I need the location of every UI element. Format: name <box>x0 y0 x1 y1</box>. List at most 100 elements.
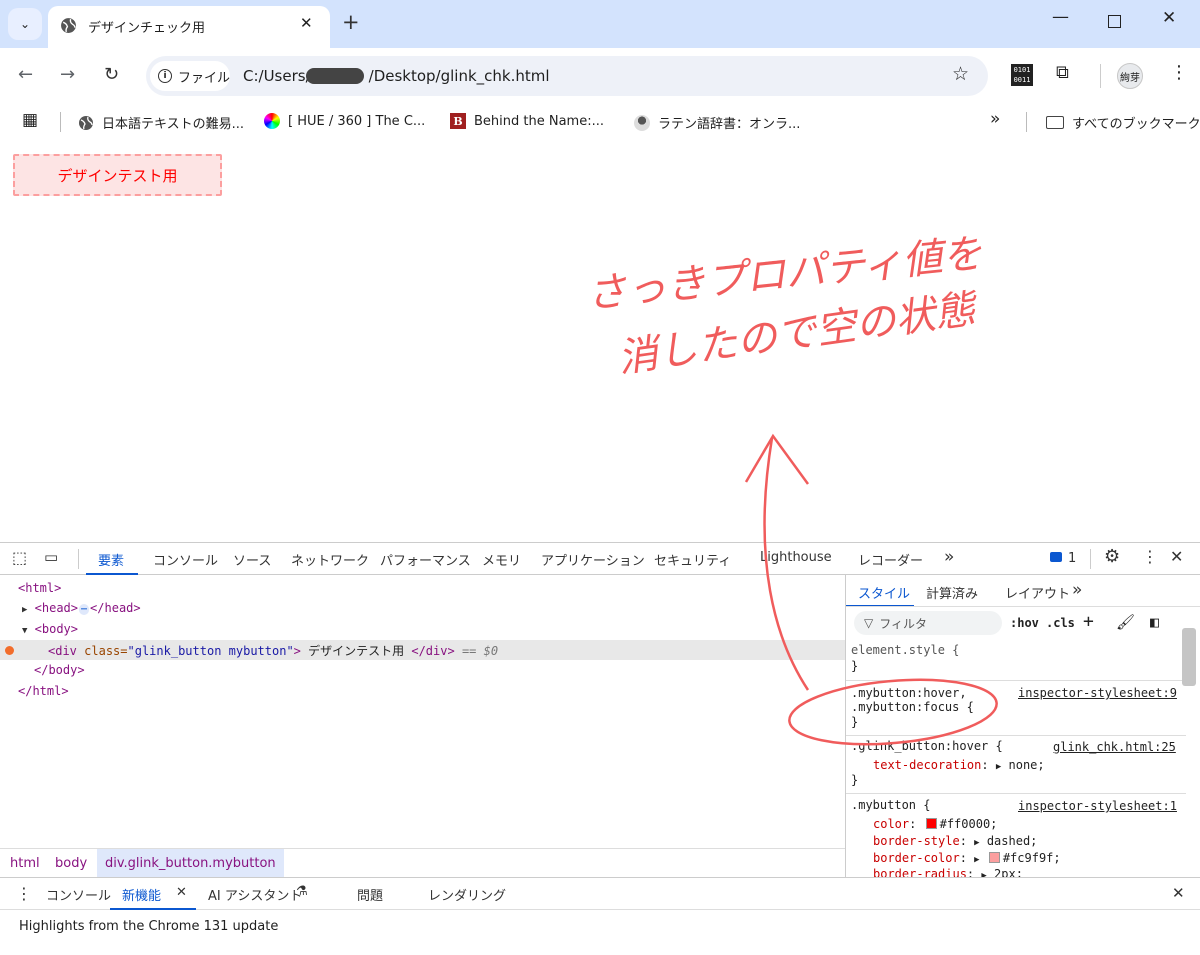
tab-search-button[interactable]: ⌄ <box>8 8 42 40</box>
rule3-source-link[interactable]: inspector-stylesheet:1 <box>1018 799 1177 813</box>
devtools-tab-network[interactable]: ネットワーク <box>291 550 369 569</box>
forward-icon[interactable]: → <box>60 64 75 85</box>
property-value: 2px; <box>994 867 1023 877</box>
dom-node-body-close[interactable]: </body> <box>34 663 85 677</box>
rule-close-brace: } <box>851 659 859 673</box>
drawer-tab-ai-assistant[interactable]: AI アシスタント <box>208 885 302 904</box>
devtools-tabbar: ⬚ ▭ 要素 コンソール ソース ネットワーク パフォーマンス メモリ アプリケ… <box>0 542 1200 575</box>
color-declaration[interactable]: color: #ff0000; <box>873 817 997 831</box>
profile-avatar[interactable]: 絢芽 <box>1117 63 1143 89</box>
design-test-button[interactable]: デザインテスト用 <box>13 154 222 196</box>
collapsed-ellipsis[interactable]: ⋯ <box>79 604 90 615</box>
devtools-tab-console[interactable]: コンソール <box>153 550 218 569</box>
dom-node-html[interactable]: <html> <box>18 581 61 595</box>
devtools-tab-performance[interactable]: パフォーマンス <box>380 550 471 569</box>
drawer-tab-issues[interactable]: 問題 <box>357 885 383 904</box>
rule1-source-link[interactable]: inspector-stylesheet:9 <box>1018 686 1177 700</box>
maximize-icon[interactable] <box>1108 13 1121 33</box>
kebab-menu-icon[interactable]: ⋮ <box>1170 62 1188 83</box>
styles-tab-layout[interactable]: レイアウト <box>1005 583 1070 602</box>
styles-tab-computed[interactable]: 計算済み <box>926 583 978 602</box>
new-tab-icon[interactable]: + <box>342 10 360 34</box>
rule2-selector[interactable]: .glink_button:hover { <box>851 739 1003 753</box>
breadcrumb-html[interactable]: html <box>10 856 40 871</box>
drawer-close-icon[interactable]: ✕ <box>1172 884 1185 902</box>
dom-node-body[interactable]: ▼ <body> <box>22 622 78 636</box>
border-style-declaration[interactable]: border-style: ▶ dashed; <box>873 834 1037 848</box>
site-info-chip[interactable]: i ファイル <box>150 61 230 91</box>
sidebar-toggle-icon[interactable]: ◧ <box>1150 613 1159 631</box>
devtools-more-tabs[interactable]: » <box>944 547 954 567</box>
dom-node-div-selected[interactable]: <div class="glink_button mybutton"> デザイン… <box>48 642 498 659</box>
all-bookmarks[interactable]: すべてのブックマーク <box>1046 113 1200 132</box>
styles-tab-styles[interactable]: スタイル <box>858 583 910 602</box>
rule-close-brace: } <box>851 715 859 729</box>
bookmark-item[interactable]: [ HUE / 360 ] The C... <box>264 113 425 129</box>
cls-toggle[interactable]: .cls <box>1046 616 1075 630</box>
dom-node-head[interactable]: ▶ <head> ⋯ </head> <box>22 601 141 615</box>
styles-filter-input[interactable]: ▽ フィルタ <box>854 611 1002 635</box>
devtools-tab-lighthouse[interactable]: Lighthouse <box>760 550 832 565</box>
rule1-selector-focus[interactable]: .mybutton:focus { <box>851 700 974 714</box>
expand-triangle-icon: ▶ <box>974 855 980 865</box>
border-color-declaration[interactable]: border-color: ▶ #fc9f9f; <box>873 851 1061 865</box>
filter-funnel-icon: ▽ <box>864 616 874 630</box>
omnibox[interactable]: i ファイル C:/Users//Desktop/glink_chk.html … <box>146 56 988 96</box>
devtools-tab-sources[interactable]: ソース <box>233 550 271 569</box>
styles-more-tabs[interactable]: » <box>1072 580 1082 600</box>
rule2-declaration[interactable]: text-decoration: ▶ none; <box>873 758 1045 772</box>
rule3-selector[interactable]: .mybutton { <box>851 798 930 812</box>
minimize-icon[interactable]: — <box>1052 7 1069 27</box>
window-close-icon[interactable]: ✕ <box>1162 8 1176 28</box>
hov-toggle[interactable]: :hov <box>1010 616 1039 630</box>
drawer-menu-icon[interactable]: ⋮ <box>16 884 32 903</box>
color-swatch[interactable] <box>988 852 1000 863</box>
rule2-source-link[interactable]: glink_chk.html:25 <box>1053 740 1176 754</box>
back-icon[interactable]: ← <box>18 64 33 85</box>
body-close-tag: </body> <box>34 663 85 677</box>
devtools-tab-memory[interactable]: メモリ <box>482 550 521 569</box>
drawer-tab-console[interactable]: コンソール <box>46 885 111 904</box>
tab-close-icon[interactable]: ✕ <box>300 14 313 32</box>
settings-gear-icon[interactable]: ⚙ <box>1104 546 1120 567</box>
bookmarks-overflow[interactable]: » <box>990 109 1000 129</box>
devtools-tab-recorder[interactable]: レコーダー <box>858 550 923 569</box>
styles-pane: スタイル 計算済み レイアウト » ▽ フィルタ :hov .cls + 🖌 ◧ … <box>845 575 1200 877</box>
drawer-tab-whats-new[interactable]: 新機能 <box>122 885 161 904</box>
devtools-menu-icon[interactable]: ⋮ <box>1142 547 1158 566</box>
device-toolbar-icon[interactable]: ▭ <box>44 548 58 566</box>
dom-node-html-close[interactable]: </html> <box>18 684 69 698</box>
bookmark-item[interactable]: B Behind the Name:... <box>450 113 604 129</box>
breadcrumb-body[interactable]: body <box>55 856 87 871</box>
styles-tab-divider <box>846 606 1200 607</box>
devtools-close-icon[interactable]: ✕ <box>1170 547 1183 566</box>
devtools-tab-elements[interactable]: 要素 <box>98 550 124 569</box>
drawer-tab-close-icon[interactable]: ✕ <box>176 885 187 900</box>
rule1-selector-hover[interactable]: .mybutton:hover, <box>851 686 967 700</box>
whats-new-panel: Highlights from the Chrome 131 update <box>0 910 1200 955</box>
head-close-tag: </head> <box>90 601 141 615</box>
bookmark-star-icon[interactable]: ☆ <box>952 63 969 85</box>
drawer-tab-rendering[interactable]: レンダリング <box>428 885 506 904</box>
bookmark-item[interactable]: ラテン語辞書：オンラ... <box>634 113 800 132</box>
styles-scrollbar[interactable] <box>1182 628 1196 686</box>
paint-roller-icon[interactable]: 🖌 <box>1116 613 1135 631</box>
border-radius-declaration[interactable]: border-radius: ▶ 2px; <box>873 867 1023 877</box>
breadcrumb-div[interactable]: div.glink_button.mybutton <box>97 849 284 877</box>
color-swatch[interactable] <box>925 818 937 829</box>
class-attribute: class= <box>84 644 128 658</box>
puzzle-extensions-icon[interactable]: ⧉ <box>1056 62 1069 83</box>
property-value: #ff0000; <box>939 817 998 831</box>
url-text[interactable]: C:/Users/ /Desktop/glink_chk.html <box>243 67 550 85</box>
devtools-tab-security[interactable]: セキュリティ <box>654 550 731 569</box>
inspect-element-icon[interactable]: ⬚ <box>12 548 27 567</box>
new-rule-plus-icon[interactable]: + <box>1083 611 1094 632</box>
apps-grid-icon[interactable]: ▦ <box>22 110 38 130</box>
active-tab[interactable]: デザインチェック用 ✕ <box>48 6 330 48</box>
devtools-tab-application[interactable]: アプリケーション <box>541 550 645 569</box>
bookmark-item[interactable]: 日本語テキストの難易... <box>78 113 244 132</box>
binary-extension-icon[interactable]: 0101 0011 <box>1011 64 1033 86</box>
issues-counter[interactable]: 1 <box>1050 551 1076 566</box>
reload-icon[interactable]: ↻ <box>104 64 119 85</box>
element-style-rule[interactable]: element.style { <box>851 643 959 657</box>
